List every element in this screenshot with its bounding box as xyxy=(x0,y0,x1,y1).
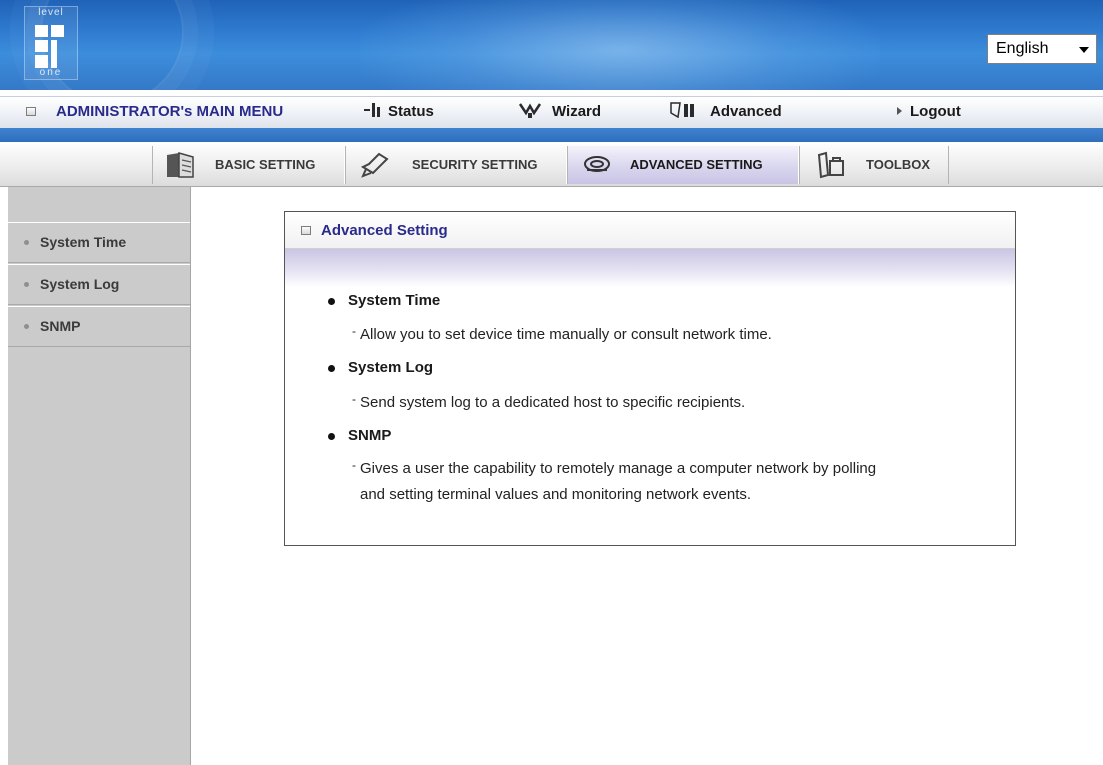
dash-icon: - xyxy=(352,324,356,338)
desc-text-line-2: and setting terminal values and monitori… xyxy=(360,486,752,503)
logout-label: Logout xyxy=(910,103,961,120)
advanced-icon xyxy=(582,146,612,191)
tab-basic-setting[interactable]: BASIC SETTING xyxy=(152,146,345,184)
bullet-icon xyxy=(328,433,335,440)
menu-box-icon xyxy=(26,107,36,116)
item-desc-system-log: - Send system log to a dedicated host to… xyxy=(352,390,1000,416)
tab-label: ADVANCED SETTING xyxy=(630,157,763,172)
dash-icon: - xyxy=(352,392,356,406)
item-title-snmp: SNMP xyxy=(348,427,392,444)
sidebar-item-system-time[interactable]: System Time xyxy=(8,222,190,263)
logout-menu-link[interactable]: Logout xyxy=(898,103,961,120)
panel-header-band xyxy=(285,249,1015,287)
item-desc-system-time: - Allow you to set device time manually … xyxy=(352,322,1000,348)
header-glow xyxy=(360,0,880,90)
levelone-logo: level one xyxy=(24,6,78,80)
sidebar-item-label: SNMP xyxy=(40,318,81,334)
tab-security-setting[interactable]: SECURITY SETTING xyxy=(345,146,567,184)
item-desc-snmp: - Gives a user the capability to remotel… xyxy=(352,456,1000,508)
sidebar-item-system-log[interactable]: System Log xyxy=(8,264,190,305)
bullet-icon xyxy=(328,298,335,305)
tab-label: SECURITY SETTING xyxy=(412,157,538,172)
language-select[interactable]: English xyxy=(987,34,1097,64)
admin-main-menu-link[interactable]: ADMINISTRATOR's MAIN MENU xyxy=(56,103,283,120)
desc-text-line-1: Gives a user the capability to remotely … xyxy=(360,460,877,477)
main-menu-bar: ADMINISTRATOR's MAIN MENU Status Wizard … xyxy=(0,96,1103,129)
status-icon xyxy=(362,101,382,124)
tab-advanced-setting[interactable]: ADVANCED SETTING xyxy=(567,146,799,184)
advanced-setting-panel: Advanced Setting System Time - Allow you… xyxy=(284,211,1016,546)
tab-toolbox[interactable]: TOOLBOX xyxy=(799,146,949,184)
wizard-menu-link[interactable]: Wizard xyxy=(552,103,601,120)
panel-box-icon xyxy=(301,226,311,235)
language-select-value: English xyxy=(996,40,1049,57)
settings-tab-bar: BASIC SETTING SECURITY SETTING ADVANCED … xyxy=(0,142,1103,187)
panel-title: Advanced Setting xyxy=(321,222,448,239)
logout-arrow-icon xyxy=(897,107,902,115)
sidebar-item-label: System Time xyxy=(40,234,127,250)
bullet-icon xyxy=(328,365,335,372)
logo-text-bottom: one xyxy=(39,67,63,78)
tab-label: TOOLBOX xyxy=(866,157,931,172)
item-title-system-time: System Time xyxy=(348,292,441,309)
bullet-icon xyxy=(24,324,29,329)
wizard-icon xyxy=(518,101,542,124)
header-banner: level one English xyxy=(0,0,1103,90)
tab-label: BASIC SETTING xyxy=(215,157,316,172)
desc-text: Send system log to a dedicated host to s… xyxy=(360,394,746,411)
security-icon xyxy=(360,146,390,191)
sidebar-item-snmp[interactable]: SNMP xyxy=(8,306,190,347)
folder-icon xyxy=(165,146,199,192)
bullet-icon xyxy=(24,282,29,287)
toolbox-icon xyxy=(816,146,846,191)
advanced-menu-link[interactable]: Advanced xyxy=(710,103,782,120)
sidebar-item-label: System Log xyxy=(40,276,120,292)
bullet-icon xyxy=(24,240,29,245)
desc-text: Allow you to set device time manually or… xyxy=(360,326,772,343)
dash-icon: - xyxy=(352,458,356,472)
advanced-menu-icon xyxy=(668,101,704,124)
panel-header: Advanced Setting xyxy=(285,212,1015,249)
status-menu-link[interactable]: Status xyxy=(388,103,434,120)
dropdown-arrow-icon xyxy=(1079,47,1089,53)
sidebar: System Time System Log SNMP xyxy=(8,187,191,765)
item-title-system-log: System Log xyxy=(348,359,434,376)
menu-separator-strip xyxy=(0,128,1103,142)
